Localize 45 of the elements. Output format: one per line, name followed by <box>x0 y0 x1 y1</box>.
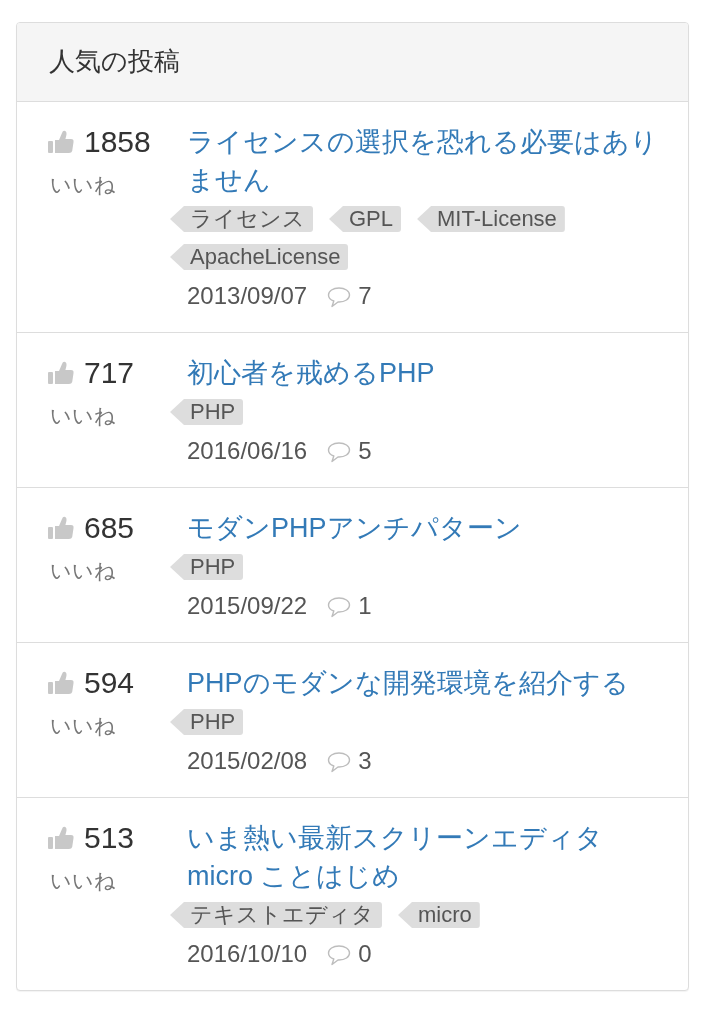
tag-link[interactable]: micro <box>398 902 480 928</box>
panel-title: 人気の投稿 <box>49 46 180 78</box>
like-label: いいね <box>50 172 116 198</box>
comment-count: 0 <box>358 939 372 969</box>
thumbs-up-icon <box>48 130 74 154</box>
like-count: 1858 <box>84 124 151 160</box>
comment-icon <box>327 944 352 966</box>
like-count: 513 <box>84 820 135 856</box>
comment-count: 7 <box>358 281 372 311</box>
comment-icon <box>327 751 352 773</box>
post-date: 2016/10/10 <box>187 939 308 969</box>
post-date: 2013/09/07 <box>187 281 308 311</box>
like-label: いいね <box>50 558 116 584</box>
thumbs-up-icon <box>48 826 74 850</box>
like-label: いいね <box>50 403 116 429</box>
post-date: 2016/06/16 <box>187 436 308 466</box>
comment-count: 3 <box>358 746 372 776</box>
post-title-link[interactable]: PHPのモダンな開発環境を紹介する <box>187 664 629 702</box>
tag-link[interactable]: GPL <box>329 206 402 232</box>
tag-link[interactable]: MIT-License <box>417 206 565 232</box>
like-count: 594 <box>84 665 135 701</box>
comment-count: 5 <box>358 436 372 466</box>
thumbs-up-icon <box>48 361 74 385</box>
comment-icon <box>327 596 352 618</box>
tag-link[interactable]: PHP <box>170 399 244 425</box>
post-title-link[interactable]: 初心者を戒めるPHP <box>187 354 435 392</box>
tag-link[interactable]: テキストエディタ <box>170 902 382 928</box>
post-title-link[interactable]: モダンPHPアンチパターン <box>187 509 522 547</box>
tag-link[interactable]: ライセンス <box>170 206 313 232</box>
thumbs-up-icon <box>48 671 74 695</box>
tag-link[interactable]: PHP <box>170 709 244 735</box>
tag-link[interactable]: ApacheLicense <box>170 244 349 270</box>
post-title-link[interactable]: ライセンスの選択を恐れる必要はありません <box>187 123 659 199</box>
like-count: 685 <box>84 510 135 546</box>
like-label: いいね <box>50 713 116 739</box>
like-label: いいね <box>50 868 116 894</box>
post-date: 2015/02/08 <box>187 746 308 776</box>
like-count: 717 <box>84 355 135 391</box>
comment-icon <box>327 286 352 308</box>
comment-count: 1 <box>358 591 372 621</box>
post-date: 2015/09/22 <box>187 591 308 621</box>
thumbs-up-icon <box>48 516 74 540</box>
tag-link[interactable]: PHP <box>170 554 244 580</box>
comment-icon <box>327 441 352 463</box>
post-title-link[interactable]: いま熱い最新スクリーンエディタ micro ことはじめ <box>187 819 659 895</box>
